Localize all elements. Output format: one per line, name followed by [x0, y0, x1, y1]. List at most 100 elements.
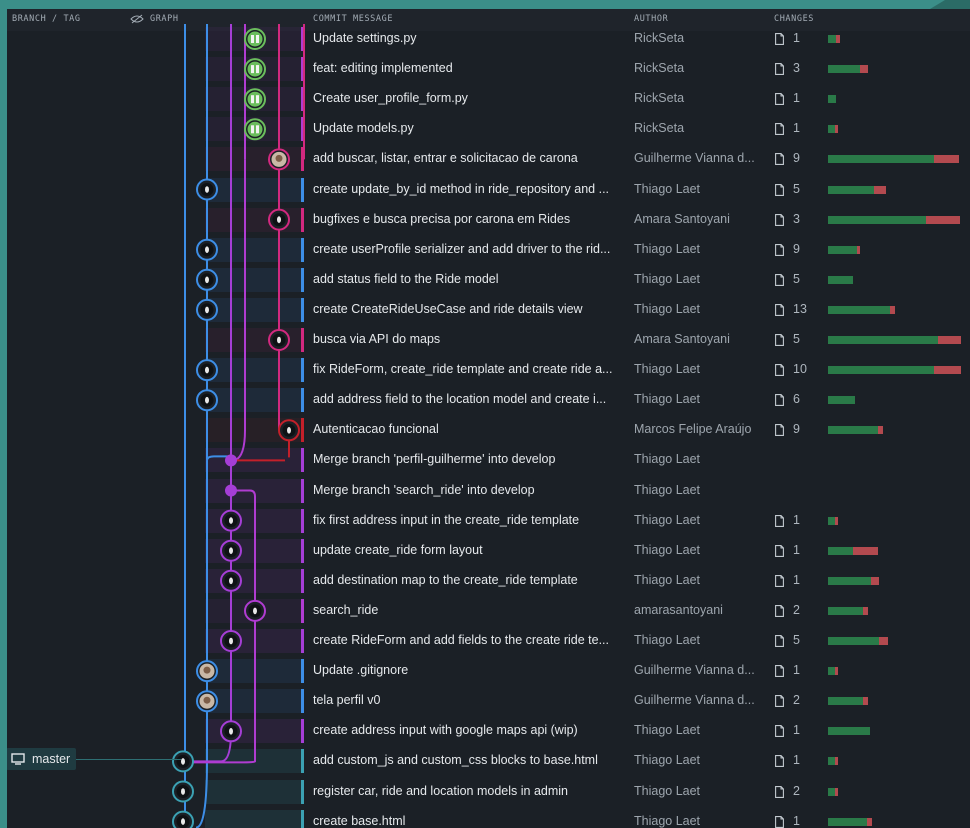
changes-bar — [828, 35, 840, 43]
changed-files-count: 3 — [793, 211, 800, 226]
deletions-bar — [878, 426, 883, 435]
file-icon — [775, 93, 784, 106]
additions-bar — [828, 155, 934, 164]
deletions-bar — [853, 546, 878, 555]
changed-files-count: 1 — [793, 542, 800, 557]
changed-files-count: 5 — [793, 271, 800, 286]
deletions-bar — [867, 817, 872, 826]
file-icon — [775, 544, 784, 557]
additions-bar — [828, 125, 835, 134]
additions-bar — [828, 35, 836, 43]
avatar-pattern — [229, 637, 233, 645]
commit-message: bugfixes e busca precisa por carona em R… — [313, 211, 571, 226]
additions-bar — [828, 697, 863, 706]
commit-message: add address field to the location model … — [313, 392, 607, 407]
graph-lane-line — [190, 489, 256, 764]
commit-message: add buscar, listar, entrar e solicitacao… — [313, 151, 578, 166]
commit-message: busca via API do maps — [313, 332, 441, 346]
avatar-pattern — [251, 35, 254, 43]
avatar-pattern — [251, 125, 254, 134]
additions-bar — [828, 275, 853, 284]
changed-files-count: 1 — [793, 723, 800, 738]
changed-files-count: 13 — [793, 301, 807, 316]
avatar-pattern — [256, 125, 259, 134]
commit-author: Thiago Laet — [634, 572, 701, 587]
file-icon — [775, 725, 784, 738]
avatar-pattern — [205, 276, 209, 284]
changes-bar — [828, 155, 959, 164]
changed-files-count: 1 — [793, 572, 800, 587]
commit-author: RickSeta — [634, 31, 685, 45]
author-column-header[interactable]: AUTHOR — [634, 14, 668, 24]
file-icon — [775, 243, 784, 256]
file-icon — [775, 303, 784, 316]
avatar-pattern — [203, 696, 211, 704]
commit-author: Thiago Laet — [634, 813, 701, 828]
deletions-bar — [863, 606, 868, 615]
changed-files-count: 6 — [793, 392, 800, 407]
commit-author: Marcos Felipe Araújo — [634, 422, 752, 437]
commit-author: Thiago Laet — [634, 181, 701, 196]
file-icon — [775, 424, 784, 437]
file-icon — [775, 183, 784, 196]
commit-author: Thiago Laet — [634, 753, 701, 768]
avatar-pattern — [287, 427, 291, 434]
deletions-bar — [836, 35, 840, 43]
commit-message: tela perfil v0 — [313, 693, 381, 708]
deletions-bar — [938, 336, 961, 344]
changes-bar — [828, 606, 868, 615]
file-icon — [775, 394, 784, 407]
avatar-pattern — [205, 186, 209, 193]
commit-author: Thiago Laet — [634, 512, 701, 527]
deletions-bar — [835, 516, 838, 525]
commit-message-column-header[interactable]: COMMIT MESSAGE — [313, 14, 393, 24]
changes-bar — [828, 245, 860, 254]
file-icon — [775, 63, 784, 76]
commit-message: create address input with google maps ap… — [313, 723, 578, 738]
avatar-pattern — [229, 547, 233, 554]
additions-bar — [828, 366, 934, 375]
additions-bar — [828, 546, 853, 555]
changed-files-count: 5 — [793, 633, 800, 647]
file-icon — [775, 574, 784, 587]
commit-message: search_ride — [313, 602, 379, 617]
commit-author: Guilherme Vianna d... — [634, 151, 755, 166]
commit-author: Guilherme Vianna d... — [634, 693, 755, 708]
commit-message: Update .gitignore — [313, 663, 409, 678]
commit-node — [225, 454, 237, 467]
avatar-pattern — [229, 517, 233, 524]
commit-message: add status field to the Ride model — [313, 271, 499, 286]
commit-graph — [172, 24, 305, 828]
changed-files-count: 2 — [793, 602, 800, 617]
changes-bar — [828, 125, 838, 134]
file-icon — [775, 153, 784, 166]
avatar-pattern — [256, 95, 259, 104]
file-icon — [775, 273, 784, 286]
window-frame-corner — [930, 0, 970, 9]
changed-files-count: 1 — [793, 31, 800, 45]
changes-bar — [828, 426, 883, 435]
additions-bar — [828, 667, 835, 676]
additions-bar — [828, 185, 874, 194]
changed-files-count: 1 — [793, 753, 800, 768]
branch-label-master[interactable]: master — [6, 748, 76, 770]
avatar-pattern — [205, 246, 209, 253]
avatar-pattern — [256, 35, 259, 43]
avatar-pattern — [181, 758, 185, 765]
avatar-pattern — [205, 396, 209, 404]
file-icon — [775, 604, 784, 617]
commit-message: Merge branch 'search_ride' into develop — [313, 482, 535, 497]
avatar-pattern — [256, 65, 259, 74]
changes-bar — [828, 396, 855, 405]
graph-lane-line — [195, 460, 208, 828]
avatar-pattern — [181, 818, 185, 825]
avatar-pattern — [229, 577, 233, 585]
changes-column-header[interactable]: CHANGES — [774, 14, 814, 24]
additions-bar — [828, 817, 867, 826]
changes-bar — [828, 576, 879, 585]
avatar-pattern — [251, 65, 254, 74]
commit-message: register car, ride and location models i… — [313, 783, 568, 798]
deletions-bar — [934, 366, 961, 375]
deletions-bar — [835, 757, 838, 766]
additions-bar — [828, 727, 870, 736]
